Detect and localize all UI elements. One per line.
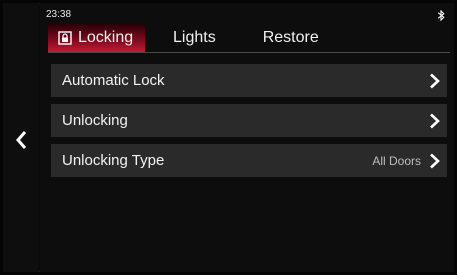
tab-restore[interactable]: Restore <box>263 24 319 52</box>
menu-item-label: Unlocking Type <box>62 152 165 169</box>
back-button[interactable] <box>10 127 32 153</box>
tab-bar: Locking Lights Restore <box>48 24 319 52</box>
menu-item-unlocking-type[interactable]: Unlocking Type All Doors <box>51 144 447 177</box>
menu-item-label: Automatic Lock <box>62 72 165 89</box>
settings-screen: 23:38 Locking Lights Restore Automatic L… <box>40 3 454 272</box>
menu-item-unlocking[interactable]: Unlocking <box>51 104 447 137</box>
display-frame: 23:38 Locking Lights Restore Automatic L… <box>0 0 457 275</box>
tab-locking[interactable]: Locking <box>48 24 145 52</box>
tab-divider <box>48 52 450 53</box>
menu-item-label: Unlocking <box>62 112 128 129</box>
bluetooth-icon <box>437 10 445 21</box>
tab-label: Restore <box>262 29 319 46</box>
lock-icon <box>58 31 72 45</box>
menu-item-value: All Doors <box>372 153 421 168</box>
menu-item-automatic-lock[interactable]: Automatic Lock <box>51 64 447 97</box>
chevron-right-icon <box>430 113 440 129</box>
chevron-left-icon <box>16 131 27 149</box>
status-time: 23:38 <box>46 9 72 20</box>
chevron-right-icon <box>430 73 440 89</box>
tab-label: Locking <box>78 29 134 46</box>
tab-label: Lights <box>173 29 216 46</box>
tab-lights[interactable]: Lights <box>173 24 216 52</box>
chevron-right-icon <box>430 153 440 169</box>
